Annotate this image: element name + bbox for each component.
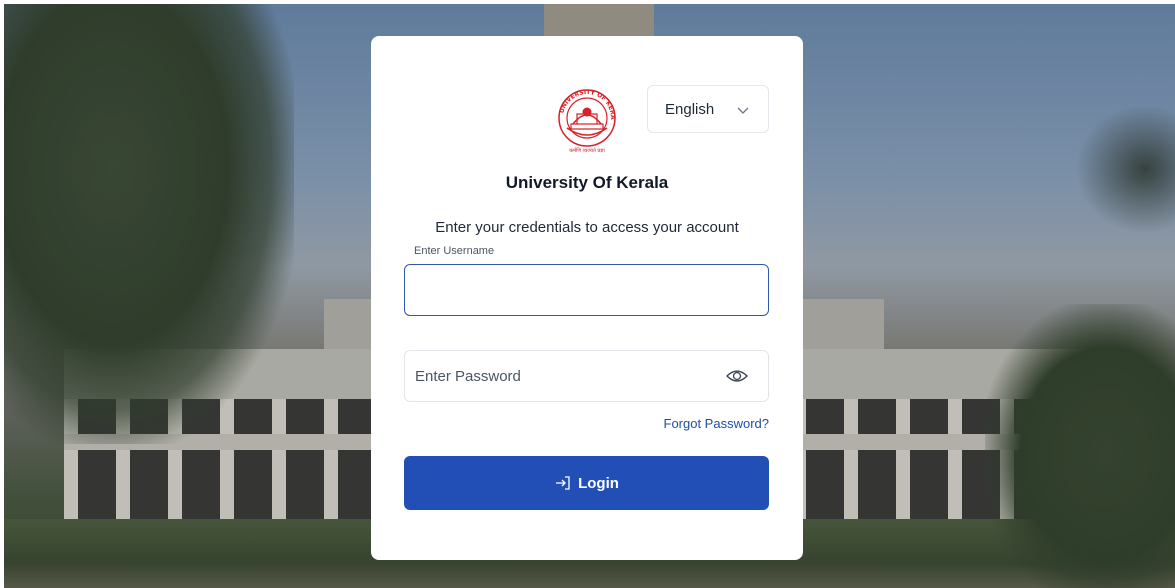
login-button[interactable]: Login [404, 456, 769, 510]
password-field [404, 350, 769, 402]
chevron-down-icon [737, 107, 749, 114]
language-selected: English [665, 100, 715, 118]
page-title: University Of Kerala [505, 173, 669, 192]
forgot-password-link[interactable]: Forgot Password? [664, 416, 770, 431]
eye-icon[interactable] [726, 366, 748, 386]
login-arrow-icon [556, 476, 570, 490]
login-label: Login [578, 474, 619, 492]
login-card: UNIVERSITY OF KERALA कर्मणि व्यज्यते प्र… [371, 36, 803, 560]
logo-motto: कर्मणि व्यज्यते प्रज्ञा [569, 147, 605, 154]
university-logo: UNIVERSITY OF KERALA कर्मणि व्यज्यते प्र… [551, 79, 621, 156]
username-input[interactable] [404, 264, 769, 316]
page-subtitle: Enter your credentials to access your ac… [435, 219, 739, 236]
language-select[interactable]: English [647, 85, 769, 133]
username-label: Enter Username [414, 245, 495, 257]
password-input[interactable] [405, 351, 715, 401]
